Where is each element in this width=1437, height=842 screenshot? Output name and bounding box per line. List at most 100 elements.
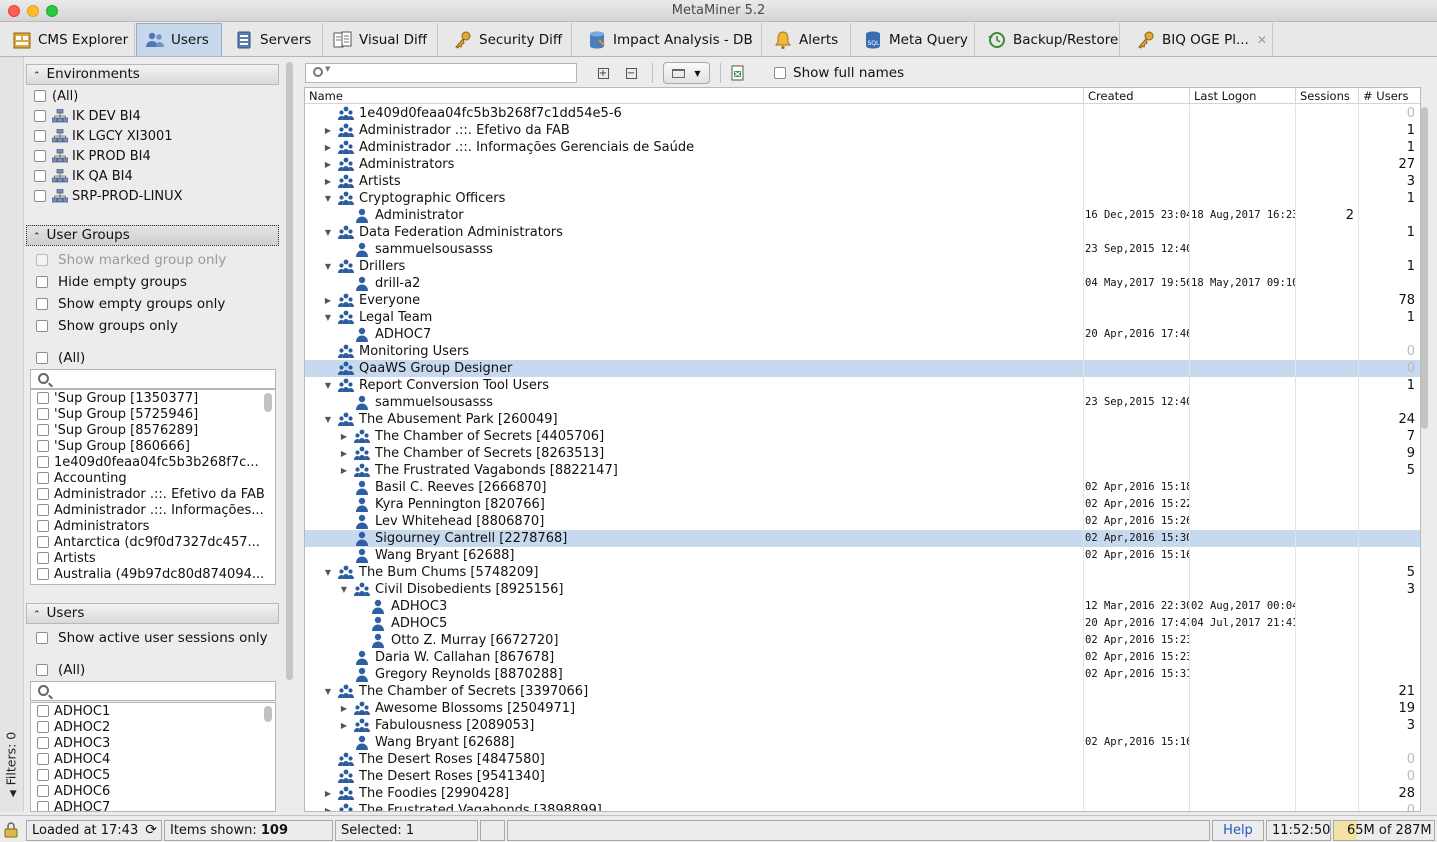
expand-toggle-icon[interactable]: ▼	[322, 224, 334, 241]
expand-all-button[interactable]: +	[594, 64, 612, 82]
env-all[interactable]: (All)	[34, 86, 78, 106]
group-row[interactable]: ▶ The Frustrated Vagabonds [3898899] 0	[305, 802, 1420, 811]
user-group-option[interactable]: Show groups only	[36, 316, 178, 336]
checkbox[interactable]	[36, 352, 48, 364]
scrollbar[interactable]	[264, 706, 272, 722]
expand-toggle-icon[interactable]: ▼	[322, 683, 334, 700]
tab-biq-oge-pl[interactable]: BIQ OGE Pl... ✕	[1128, 23, 1273, 56]
group-row[interactable]: ▼ Cryptographic Officers 1	[305, 190, 1420, 207]
tab-security-diff[interactable]: Security Diff	[445, 23, 572, 56]
user-row[interactable]: Otto Z. Murray [6672720] 02 Apr,2016 15:2…	[305, 632, 1420, 649]
expand-toggle-icon[interactable]: ▼	[322, 564, 334, 581]
checkbox[interactable]	[37, 504, 49, 516]
tab-alerts[interactable]: Alerts	[765, 23, 851, 56]
show-active-sessions-option[interactable]: Show active user sessions only	[36, 628, 268, 648]
users-search-input[interactable]	[30, 681, 276, 701]
user-groups-search-input[interactable]	[30, 369, 276, 389]
collapse-toggle-icon[interactable]: ▶	[322, 173, 334, 190]
user-row[interactable]: Wang Bryant [62688] 02 Apr,2016 15:16	[305, 734, 1420, 751]
filters-strip[interactable]: ◀Filters: 0	[0, 57, 24, 812]
user-row[interactable]: ADHOC3 12 Mar,2016 22:30 02 Aug,2017 00:04	[305, 598, 1420, 615]
user-row[interactable]: ADHOC5 20 Apr,2016 17:47 04 Jul,2017 21:41	[305, 615, 1420, 632]
checkbox[interactable]	[37, 801, 49, 811]
user-group-option[interactable]: Show empty groups only	[36, 294, 225, 314]
show-full-names-option[interactable]: Show full names	[774, 64, 904, 82]
group-row[interactable]: QaaWS Group Designer 0	[305, 360, 1420, 377]
export-excel-button[interactable]	[729, 64, 747, 82]
memory-usage[interactable]: 65M of 287M	[1333, 820, 1435, 841]
environments-header[interactable]: ⌃ Environments	[26, 64, 279, 85]
group-row[interactable]: ▼ Data Federation Administrators 1	[305, 224, 1420, 241]
user-row[interactable]: sammuelsousasss 23 Sep,2015 12:40	[305, 394, 1420, 411]
collapse-toggle-icon[interactable]: ▶	[322, 156, 334, 173]
column-header-last-logon[interactable]: Last Logon	[1190, 88, 1296, 104]
minimize-window-button[interactable]	[27, 5, 39, 17]
group-row[interactable]: ▼ Civil Disobedients [8925156] 3	[305, 581, 1420, 598]
expand-toggle-icon[interactable]: ▼	[322, 190, 334, 207]
group-row[interactable]: ▶ Administrador .::. Informações Gerencia…	[305, 139, 1420, 156]
maximize-window-button[interactable]	[46, 5, 58, 17]
group-row[interactable]: ▼ Report Conversion Tool Users 1	[305, 377, 1420, 394]
user-row[interactable]: Wang Bryant [62688] 02 Apr,2016 15:16	[305, 547, 1420, 564]
checkbox[interactable]	[36, 632, 48, 644]
tab-meta-query[interactable]: SQL Meta Query	[855, 23, 975, 56]
checkbox[interactable]	[774, 67, 786, 79]
checkbox[interactable]	[37, 408, 49, 420]
tab-backup-restore[interactable]: Backup/Restore	[979, 23, 1120, 56]
group-row[interactable]: ▶ The Foodies [2990428] 28	[305, 785, 1420, 802]
refresh-icon[interactable]: ⟳	[145, 821, 157, 840]
group-row[interactable]: ▶ Awesome Blossoms [2504971] 19	[305, 700, 1420, 717]
list-item[interactable]: Administrador .::. Efetivo da FAB	[31, 486, 275, 502]
collapse-all-button[interactable]: −	[622, 64, 640, 82]
checkbox[interactable]	[37, 440, 49, 452]
user-row[interactable]: Sigourney Cantrell [2278768] 02 Apr,2016 …	[305, 530, 1420, 547]
checkbox[interactable]	[37, 785, 49, 797]
tab-servers[interactable]: Servers	[226, 23, 323, 56]
user-groups-all[interactable]: (All)	[36, 348, 85, 368]
user-group-option[interactable]: Hide empty groups	[36, 272, 187, 292]
list-item[interactable]: Australia (49b97dc80d874094...	[31, 566, 275, 582]
expand-toggle-icon[interactable]: ▼	[322, 411, 334, 428]
checkbox[interactable]	[34, 130, 46, 142]
user-row[interactable]: ADHOC7 20 Apr,2016 17:46	[305, 326, 1420, 343]
user-row[interactable]: Gregory Reynolds [8870288] 02 Apr,2016 15…	[305, 666, 1420, 683]
tab-cms-explorer[interactable]: CMS Explorer	[4, 23, 135, 56]
checkbox[interactable]	[37, 753, 49, 765]
environment-item[interactable]: IK QA BI4	[34, 166, 133, 186]
list-item[interactable]: ADHOC2	[31, 719, 275, 735]
collapse-toggle-icon[interactable]: ▶	[322, 139, 334, 156]
checkbox[interactable]	[37, 392, 49, 404]
list-item[interactable]: 'Sup Group [1350377]	[31, 390, 275, 406]
checkbox[interactable]	[37, 520, 49, 532]
checkbox[interactable]	[34, 170, 46, 182]
user-row[interactable]: Daria W. Callahan [867678] 02 Apr,2016 15…	[305, 649, 1420, 666]
collapse-toggle-icon[interactable]: ▶	[322, 292, 334, 309]
collapse-toggle-icon[interactable]: ▶	[322, 802, 334, 811]
expand-toggle-icon[interactable]: ▼	[322, 309, 334, 326]
checkbox[interactable]	[36, 298, 48, 310]
checkbox[interactable]	[37, 721, 49, 733]
checkbox[interactable]	[34, 90, 46, 102]
checkbox[interactable]	[37, 769, 49, 781]
group-row[interactable]: ▶ The Chamber of Secrets [4405706] 7	[305, 428, 1420, 445]
user-row[interactable]: sammuelsousasss 23 Sep,2015 12:40	[305, 241, 1420, 258]
list-item[interactable]: Administrador .::. Informações...	[31, 502, 275, 518]
checkbox[interactable]	[34, 150, 46, 162]
group-row[interactable]: ▶ Administrators 27	[305, 156, 1420, 173]
user-row[interactable]: Lev Whitehead [8806870] 02 Apr,2016 15:26	[305, 513, 1420, 530]
list-item[interactable]: 'Sup Group [5725946]	[31, 406, 275, 422]
group-row[interactable]: The Desert Roses [4847580] 0	[305, 751, 1420, 768]
checkbox[interactable]	[37, 456, 49, 468]
user-groups-list[interactable]: 'Sup Group [1350377] 'Sup Group [5725946]…	[30, 389, 276, 585]
user-row[interactable]: Administrator 16 Dec,2015 23:04 18 Aug,201…	[305, 207, 1420, 224]
group-row[interactable]: ▼ The Abusement Park [260049] 24	[305, 411, 1420, 428]
environment-item[interactable]: IK DEV BI4	[34, 106, 141, 126]
collapse-toggle-icon[interactable]: ▶	[338, 428, 350, 445]
list-item[interactable]: ADHOC4	[31, 751, 275, 767]
list-item[interactable]: Accounting	[31, 470, 275, 486]
checkbox[interactable]	[37, 536, 49, 548]
help-link[interactable]: Help	[1212, 820, 1264, 841]
list-item[interactable]: Artists	[31, 550, 275, 566]
group-row[interactable]: Monitoring Users 0	[305, 343, 1420, 360]
list-item[interactable]: ADHOC6	[31, 783, 275, 799]
